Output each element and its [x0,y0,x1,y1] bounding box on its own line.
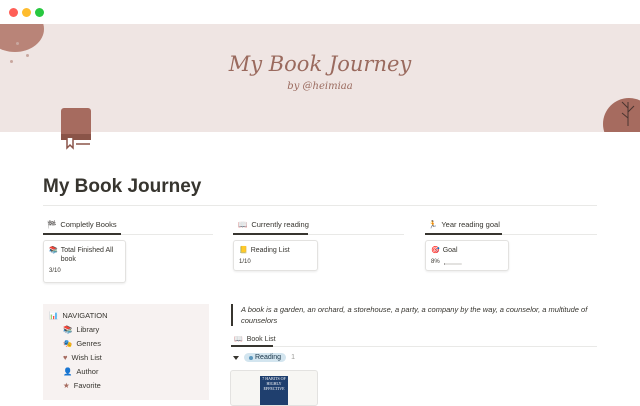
tab-underline [233,233,308,235]
card-title: Total Finished All book [60,247,114,263]
nav-item-wish-list[interactable]: ♥ Wish List [63,353,102,362]
status-badge: Reading [244,353,287,362]
nav-item-label: Library [76,325,100,334]
card-value: 1/10 [239,259,251,265]
maximize-window-button[interactable] [35,8,44,17]
decorative-speck [16,42,19,45]
cover-subtitle: by @heimiaa [287,81,353,92]
decorative-blob-left [0,24,44,52]
nav-item-library[interactable]: 📚 Library [63,325,99,334]
person-icon: 👤 [63,367,73,376]
heart-icon: ♥ [63,353,68,362]
open-book-icon: 📖 [238,220,248,229]
divider [502,234,597,235]
navigation-panel: 📊 NAVIGATION 📚 Library 🎭 Genres ♥ Wish L… [43,304,209,400]
divider [121,234,213,235]
cover-banner: My Book Journey by @heimiaa [0,24,640,132]
minimize-window-button[interactable] [22,8,31,17]
tab-underline [231,345,273,347]
close-window-button[interactable] [9,8,18,17]
books-icon: 📚 [49,247,58,254]
divider [308,234,404,235]
window-titlebar [0,0,640,24]
column-heading-currently-reading[interactable]: 📖 Currently reading [238,220,309,229]
card-title: Goal [442,247,458,254]
chevron-down-icon[interactable] [233,355,239,360]
book-cover-text: 7 HABITS OF HIGHLY EFFECTIVE [262,376,286,391]
card-value: 3/10 [49,268,61,274]
page-title: My Book Journey [43,176,202,197]
card-total-finished[interactable]: 📚 Total Finished All book 3/10 [43,240,126,283]
card-reading-list[interactable]: 📒 Reading List 1/10 [233,240,318,271]
card-value: 8% [431,259,440,265]
divider [43,205,597,206]
books-icon: 📚 [63,325,73,334]
person-running-icon: 🏃 [428,220,438,229]
goal-progress-bar [444,263,462,265]
target-icon: 🎯 [431,247,440,254]
divider [273,346,597,347]
navigation-heading: 📊 NAVIGATION [49,311,108,320]
nav-item-author[interactable]: 👤 Author [63,367,98,376]
star-icon: ★ [63,381,70,390]
open-book-icon: 📖 [234,336,243,343]
column-heading-label: Year reading goal [441,220,500,229]
card-title: Reading List [250,247,290,254]
nav-item-label: Genres [76,339,101,348]
book-list-heading[interactable]: 📖 Book List [234,335,276,344]
navigation-heading-label: NAVIGATION [62,311,108,320]
notebook-icon: 📒 [239,247,248,254]
status-dot-icon [249,355,253,360]
column-heading-label: Completly Books [60,220,117,229]
column-heading-completed[interactable]: 🏁 Completly Books [47,220,117,229]
leaf-icon [621,101,635,126]
checkered-flag-icon: 🏁 [47,220,57,229]
book-icon[interactable] [58,106,94,150]
column-heading-label: Currently reading [251,220,309,229]
nav-item-label: Author [76,367,99,376]
nav-item-favorite[interactable]: ★ Favorite [63,381,101,390]
group-count: 1 [291,354,295,361]
book-cover-image: 7 HABITS OF HIGHLY EFFECTIVE [260,376,288,405]
masks-icon: 🎭 [63,339,73,348]
nav-item-label: Favorite [73,381,101,390]
nav-item-genres[interactable]: 🎭 Genres [63,339,101,348]
book-list-heading-label: Book List [246,335,276,343]
cover-title: My Book Journey [228,52,412,76]
goal-progress-fill [444,263,446,265]
nav-item-label: Wish List [71,353,102,362]
card-goal[interactable]: 🎯 Goal 8% [425,240,509,271]
quote-block: A book is a garden, an orchard, a storeh… [231,304,601,326]
tab-underline [425,233,502,235]
bar-chart-icon: 📊 [49,311,59,320]
status-badge-label: Reading [255,354,282,361]
group-reading-toggle[interactable]: Reading 1 [233,353,295,362]
tab-underline [43,233,121,235]
column-heading-year-goal[interactable]: 🏃 Year reading goal [428,220,500,229]
gallery-card[interactable]: 7 HABITS OF HIGHLY EFFECTIVE [230,370,318,406]
